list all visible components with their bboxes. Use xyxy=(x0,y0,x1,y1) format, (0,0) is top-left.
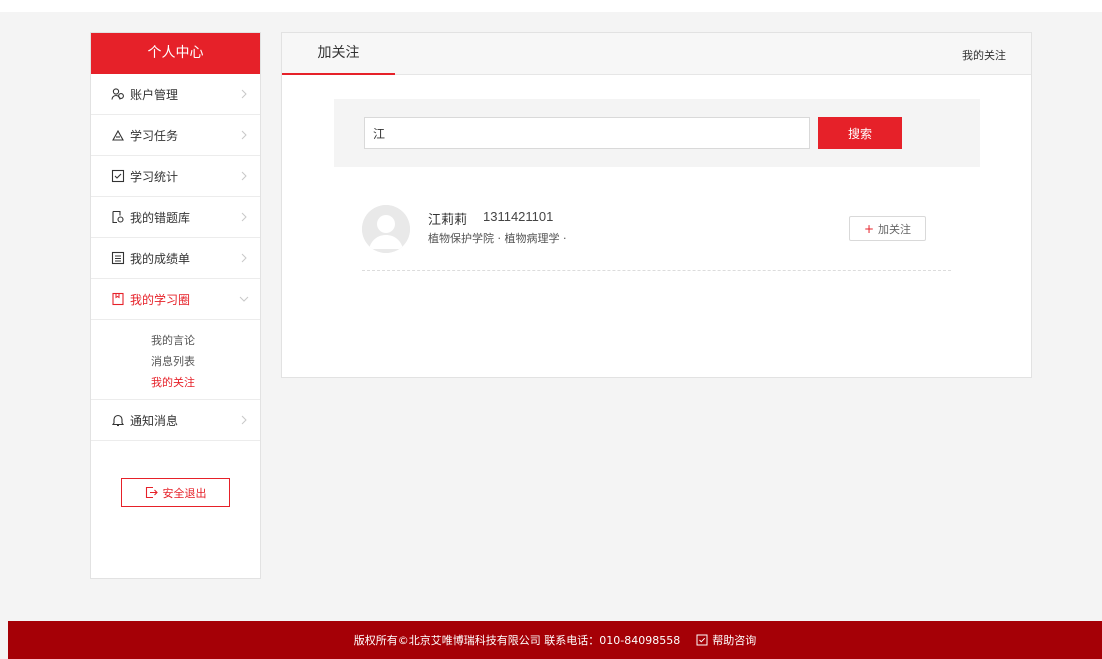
sidebar-item-label: 我的错题库 xyxy=(130,210,191,225)
sidebar: 个人中心 账户管理 学习任务 学习统计 我的错题库 我的成绩单 我的学习圈 我的… xyxy=(90,32,261,579)
chevron-right-icon xyxy=(241,415,247,425)
list-item: 江莉莉 1311421101 植物保护学院 · 植物病理学 · + 加关注 xyxy=(362,201,951,271)
sidebar-item-label: 账户管理 xyxy=(130,87,179,102)
avatar xyxy=(362,205,410,253)
submenu-item-my-posts[interactable]: 我的言论 xyxy=(91,330,260,351)
checkbox-icon xyxy=(111,169,125,183)
search-button[interactable]: 搜索 xyxy=(818,117,902,149)
plus-icon: + xyxy=(863,221,875,236)
list-icon xyxy=(111,251,125,265)
help-label: 帮助咨询 xyxy=(712,634,757,647)
logout-label: 安全退出 xyxy=(162,486,207,500)
follow-button[interactable]: + 加关注 xyxy=(849,216,926,241)
logout-icon xyxy=(145,486,158,499)
sidebar-item-notifications[interactable]: 通知消息 xyxy=(91,400,260,441)
submenu-item-message-list[interactable]: 消息列表 xyxy=(91,351,260,372)
my-follows-link[interactable]: 我的关注 xyxy=(962,47,1006,63)
result-phone: 1311421101 xyxy=(483,209,554,224)
bell-icon xyxy=(111,413,125,427)
sidebar-item-study-circle[interactable]: 我的学习圈 xyxy=(91,279,260,320)
sidebar-item-task[interactable]: 学习任务 xyxy=(91,115,260,156)
tab-add-follow[interactable]: 加关注 xyxy=(282,33,395,75)
chevron-right-icon xyxy=(241,253,247,263)
search-input[interactable] xyxy=(364,117,810,149)
task-icon xyxy=(111,128,125,142)
document-search-icon xyxy=(111,210,125,224)
submenu-item-my-follows[interactable]: 我的关注 xyxy=(91,372,260,393)
sidebar-item-wrong-questions[interactable]: 我的错题库 xyxy=(91,197,260,238)
chevron-down-icon xyxy=(239,296,249,302)
footer-copyright: 版权所有©北京艾唯博瑞科技有限公司 联系电话：010-84098558 xyxy=(353,634,681,647)
chevron-right-icon xyxy=(241,130,247,140)
result-department: 植物保护学院 · 植物病理学 · xyxy=(428,232,567,245)
chevron-right-icon xyxy=(241,212,247,222)
checkbox-icon xyxy=(696,634,708,646)
sidebar-item-stats[interactable]: 学习统计 xyxy=(91,156,260,197)
chevron-right-icon xyxy=(241,89,247,99)
sidebar-item-label: 学习任务 xyxy=(130,128,179,143)
search-bar: 搜索 xyxy=(334,99,980,167)
sidebar-item-label: 通知消息 xyxy=(130,413,179,428)
sidebar-item-label: 学习统计 xyxy=(130,169,179,184)
logout-button[interactable]: 安全退出 xyxy=(121,478,230,507)
chevron-right-icon xyxy=(241,171,247,181)
result-name: 江莉莉 xyxy=(428,213,468,228)
main-header: 加关注 我的关注 xyxy=(282,33,1031,75)
sidebar-title: 个人中心 xyxy=(91,33,260,74)
sidebar-item-label: 我的学习圈 xyxy=(130,292,191,307)
sidebar-item-transcript[interactable]: 我的成绩单 xyxy=(91,238,260,279)
sidebar-item-label: 我的成绩单 xyxy=(130,251,191,266)
main-panel: 加关注 我的关注 搜索 江莉莉 1311421101 植物保护学院 · 植物病理… xyxy=(281,32,1032,378)
top-bar xyxy=(0,0,1102,12)
user-group-icon xyxy=(111,87,125,101)
sidebar-item-account[interactable]: 账户管理 xyxy=(91,74,260,115)
help-link[interactable]: 帮助咨询 xyxy=(696,632,756,648)
study-circle-submenu: 我的言论 消息列表 我的关注 xyxy=(91,320,260,400)
default-avatar-icon xyxy=(362,205,410,253)
follow-label: 加关注 xyxy=(878,222,912,236)
bookmark-icon xyxy=(111,292,125,306)
footer: 版权所有©北京艾唯博瑞科技有限公司 联系电话：010-84098558 帮助咨询 xyxy=(8,621,1102,659)
